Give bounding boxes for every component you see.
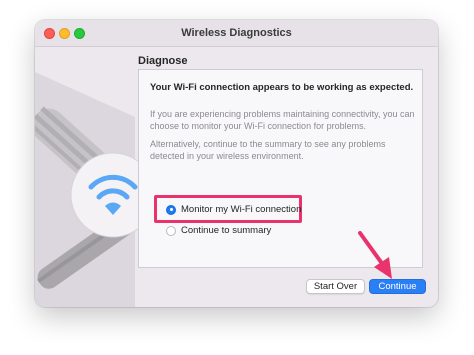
section-title: Diagnose — [138, 55, 188, 67]
title-bar: Wireless Diagnostics — [35, 20, 438, 47]
radio-option-monitor[interactable]: Monitor my Wi-Fi connection — [166, 204, 301, 215]
status-headline: Your Wi-Fi connection appears to be work… — [150, 82, 414, 93]
radio-option-summary[interactable]: Continue to summary — [166, 225, 271, 236]
radio-unselected-icon[interactable] — [166, 225, 176, 236]
summary-explanation-text: Alternatively, continue to the summary t… — [150, 139, 386, 161]
radio-label-summary: Continue to summary — [181, 225, 272, 236]
radio-label-monitor: Monitor my Wi-Fi connection — [181, 204, 302, 215]
wireless-diagnostics-artwork — [35, 72, 140, 307]
monitor-explanation-text: If you are experiencing problems maintai… — [150, 109, 415, 131]
radio-selected-icon[interactable] — [166, 204, 176, 215]
window-title: Wireless Diagnostics — [181, 27, 292, 39]
arrow-icon — [358, 231, 392, 279]
